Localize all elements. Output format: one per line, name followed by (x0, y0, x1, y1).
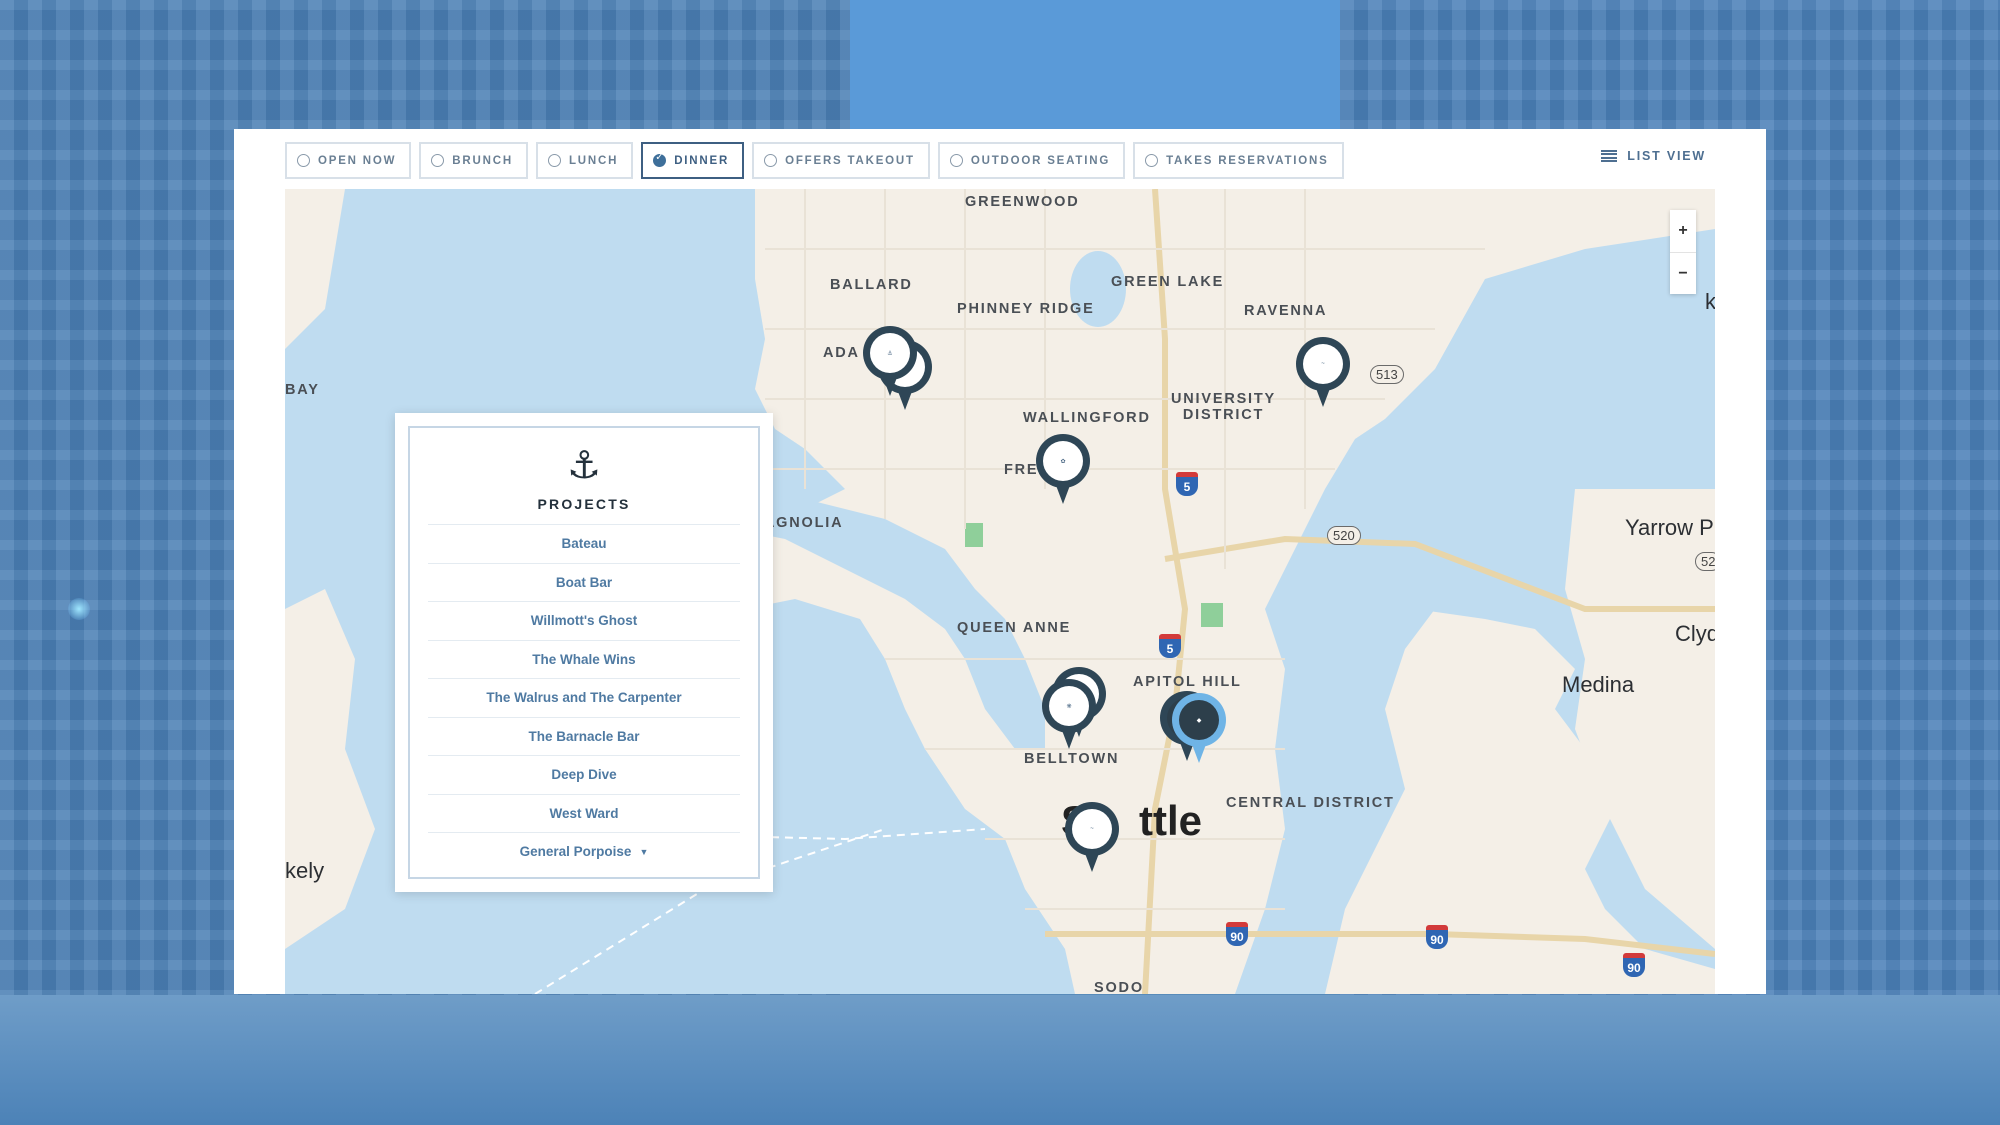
map-label-seattle-ttle: ttle (1139, 797, 1202, 844)
interstate-90-shield: 90 (1226, 922, 1248, 946)
project-item[interactable]: The Walrus and The Carpenter (428, 678, 740, 717)
filter-outdoor-seating[interactable]: OUTDOOR SEATING (937, 142, 1126, 179)
project-list: Bateau Boat Bar Willmott's Ghost The Wha… (428, 524, 740, 871)
interstate-5-shield: 5 (1176, 472, 1198, 496)
filter-open-now[interactable]: OPEN NOW (285, 142, 412, 179)
map-pin[interactable]: ⚓ (863, 326, 917, 398)
project-item[interactable]: The Barnacle Bar (428, 716, 740, 756)
logo-icon: ❋ (1049, 686, 1089, 726)
filter-bar: OPEN NOW BRUNCH LUNCH DINNER OFFERS TAKE… (285, 142, 1344, 179)
map-label-k: k (1705, 289, 1715, 314)
map-label-greenwood: GREENWOOD (965, 194, 1080, 210)
map-label-central-district: CENTRAL DISTRICT (1226, 795, 1395, 811)
filter-label: OPEN NOW (318, 154, 397, 167)
zoom-controls: + − (1670, 210, 1696, 294)
route-52-marker: 52 (1695, 552, 1715, 571)
map-label-university-district: UNIVERSITY DISTRICT (1171, 391, 1277, 423)
interstate-5-shield: 5 (1159, 634, 1181, 658)
filter-lunch[interactable]: LUNCH (535, 142, 634, 179)
radio-icon (764, 154, 778, 167)
map-label-capitol-hill: APITOL HILL (1133, 674, 1242, 690)
project-item[interactable]: Bateau (428, 524, 740, 563)
interstate-90-shield: 90 (1426, 925, 1448, 949)
radio-icon (297, 154, 310, 167)
logo-icon: ✿ (1043, 441, 1083, 481)
map-label-berkeley: kely (285, 858, 325, 883)
filter-label: OFFERS TAKEOUT (785, 154, 915, 167)
background-street (0, 995, 2000, 1125)
filter-label: TAKES RESERVATIONS (1166, 154, 1329, 167)
projects-title: PROJECTS (537, 496, 631, 512)
map-label-queen-anne: QUEEN ANNE (957, 620, 1072, 636)
map-pin[interactable]: ~ (1296, 337, 1350, 409)
filter-label: OUTDOOR SEATING (970, 154, 1111, 167)
map-label-wallingford: WALLINGFORD (1023, 410, 1151, 426)
filter-dinner[interactable]: DINNER (641, 142, 745, 179)
map-label-sodo: SODO (1094, 980, 1144, 994)
list-view-label: LIST VIEW (1627, 149, 1706, 163)
logo-icon: ~ (1072, 809, 1112, 849)
map-label-ballard: BALLARD (830, 277, 913, 293)
map-label-phinney-ridge: PHINNEY RIDGE (957, 301, 1095, 317)
route-520-marker: 520 (1327, 526, 1361, 545)
project-item[interactable]: Boat Bar (428, 562, 740, 602)
project-item-label: General Porpoise (519, 844, 632, 860)
map-label-yarrow: Yarrow P (1625, 515, 1714, 540)
filter-label: LUNCH (568, 154, 619, 167)
list-view-button[interactable]: LIST VIEW (1601, 149, 1706, 163)
map-label-medina: Medina (1562, 672, 1635, 697)
map-pin[interactable]: ✿ (1036, 434, 1090, 506)
filter-takes-reservations[interactable]: TAKES RESERVATIONS (1133, 142, 1344, 179)
map-pin-selected[interactable]: ◆ (1172, 693, 1226, 765)
list-icon (1601, 149, 1618, 163)
radio-icon (431, 154, 445, 167)
logo-icon: ~ (1303, 344, 1343, 384)
background-building-center (850, 0, 1340, 130)
map-label-green-lake: GREEN LAKE (1111, 274, 1225, 290)
project-item[interactable]: Willmott's Ghost (428, 601, 740, 640)
projects-panel: ⚓ PROJECTS Bateau Boat Bar Willmott's Gh… (395, 413, 773, 892)
filter-label: BRUNCH (452, 154, 513, 167)
check-icon (653, 152, 667, 167)
interstate-90-shield: 90 (1623, 953, 1645, 977)
anchor-icon: ⚓ (566, 445, 602, 487)
project-item[interactable]: The Whale Wins (428, 639, 740, 679)
radio-icon (1145, 154, 1159, 167)
route-513-marker: 513 (1370, 365, 1404, 384)
filter-brunch[interactable]: BRUNCH (419, 142, 528, 179)
filter-offers-takeout[interactable]: OFFERS TAKEOUT (752, 142, 930, 179)
map-pin[interactable]: ❋ (1042, 679, 1096, 751)
caret-down-icon: ▼ (639, 846, 649, 857)
project-item[interactable]: Deep Dive (428, 755, 740, 794)
map-label-bay: BAY (285, 382, 320, 398)
map-label-ravenna: RAVENNA (1244, 303, 1328, 319)
project-item-dropdown[interactable]: General Porpoise ▼ (428, 832, 740, 871)
map-label-clyde: Clyde H (1675, 621, 1715, 646)
radio-icon (949, 154, 963, 167)
radio-icon (547, 154, 561, 167)
zoom-out-button[interactable]: − (1670, 252, 1696, 294)
map[interactable]: GREENWOOD BALLARD PHINNEY RIDGE GREEN LA… (285, 189, 1715, 994)
logo-icon: ◆ (1179, 700, 1219, 740)
project-item[interactable]: West Ward (428, 793, 740, 833)
zoom-in-button[interactable]: + (1670, 210, 1696, 252)
map-pin[interactable]: ~ (1065, 802, 1119, 874)
map-label-adams: ADA (823, 345, 860, 361)
background-light (68, 598, 90, 620)
map-label-belltown: BELLTOWN (1024, 751, 1120, 767)
map-card: OPEN NOW BRUNCH LUNCH DINNER OFFERS TAKE… (234, 129, 1766, 994)
logo-icon: ⚓ (870, 333, 910, 373)
filter-label: DINNER (674, 154, 730, 167)
